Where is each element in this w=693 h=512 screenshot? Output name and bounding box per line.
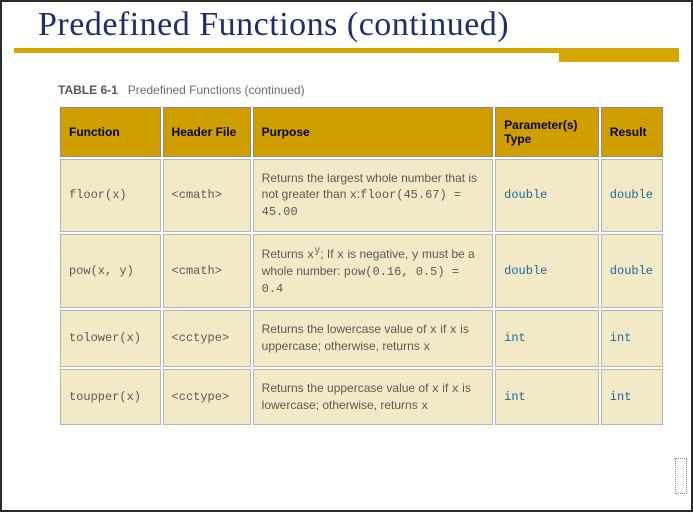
cell-header: <cctype> [163,369,251,425]
table-row: pow(x, y) <cmath> Returns xy; If x is ne… [60,234,663,309]
cell-function: tolower(x) [60,310,161,366]
cell-function: toupper(x) [60,369,161,425]
cell-purpose: Returns the lowercase value of x if x is… [253,310,493,366]
cell-function: floor(x) [60,159,161,232]
cell-function: pow(x, y) [60,234,161,309]
table-caption: TABLE 6-1 Predefined Functions (continued… [58,83,665,97]
cell-header: <cmath> [163,234,251,309]
title-rule [14,48,679,53]
col-result: Result [601,107,663,157]
table-caption-text: Predefined Functions (continued) [128,83,305,97]
content-area: TABLE 6-1 Predefined Functions (continued… [2,53,691,427]
cell-param: int [495,369,599,425]
cell-param: double [495,234,599,309]
cell-result: double [601,159,663,232]
table-header-row: Function Header File Purpose Parameter(s… [60,107,663,157]
cell-param: double [495,159,599,232]
table-row: tolower(x) <cctype> Returns the lowercas… [60,310,663,366]
cell-result: int [601,310,663,366]
cell-result: int [601,369,663,425]
slide-frame: Predefined Functions (continued) TABLE 6… [0,0,693,512]
cell-header: <cctype> [163,310,251,366]
cell-header: <cmath> [163,159,251,232]
col-header-file: Header File [163,107,251,157]
functions-table: Function Header File Purpose Parameter(s… [58,105,665,427]
col-purpose: Purpose [253,107,493,157]
title-rule-wrap [2,48,691,53]
cell-purpose: Returns the largest whole number that is… [253,159,493,232]
cell-purpose: Returns xy; If x is negative, y must be … [253,234,493,309]
cell-result: double [601,234,663,309]
table-row: toupper(x) <cctype> Returns the uppercas… [60,369,663,425]
cell-purpose: Returns the uppercase value of x if x is… [253,369,493,425]
page-title: Predefined Functions (continued) [2,2,691,48]
page-tab-decoration [675,458,687,494]
col-param-type: Parameter(s) Type [495,107,599,157]
table-caption-number: TABLE 6-1 [58,83,118,97]
cell-param: int [495,310,599,366]
table-row: floor(x) <cmath> Returns the largest who… [60,159,663,232]
col-function: Function [60,107,161,157]
